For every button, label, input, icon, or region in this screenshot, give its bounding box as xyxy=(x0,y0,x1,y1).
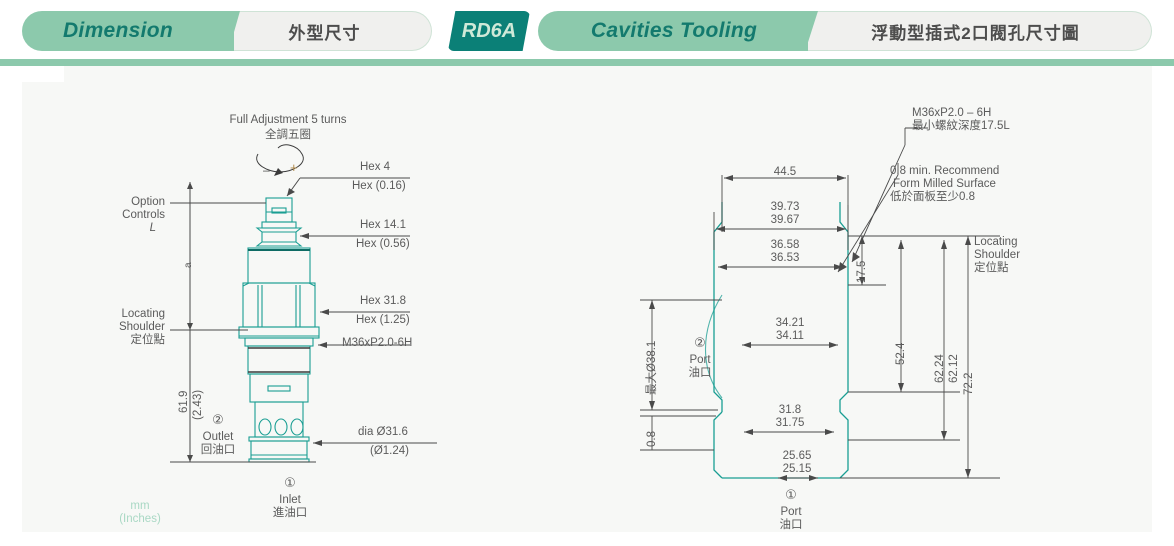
right-port2-cn: 油口 xyxy=(688,367,712,379)
dim-34-11: 34.11 xyxy=(776,330,804,342)
dim-36-53: 36.53 xyxy=(770,252,800,264)
right-port1-en: Port xyxy=(780,506,802,518)
note-thread-cn: 最小螺紋深度17.5L xyxy=(912,120,1010,132)
note-surface-cn: 低於面板至少0.8 xyxy=(890,191,975,203)
dim-44-5: 44.5 xyxy=(773,166,797,178)
dim-39-73: 39.73 xyxy=(770,201,800,213)
dim-31-8: 31.8 xyxy=(778,404,802,416)
dim-39-67: 39.67 xyxy=(770,214,800,226)
dim-52-4: 52.4 xyxy=(895,342,907,365)
right-locating-shoulder-line2: Shoulder xyxy=(974,249,1021,261)
right-port2-number: ② xyxy=(694,335,706,350)
dim-72-2: 72.2 xyxy=(963,372,975,395)
note-surface-en-line2: Form Milled Surface xyxy=(893,178,996,190)
dim-62-24: 62.24 xyxy=(934,354,946,383)
right-port1-cn: 油口 xyxy=(779,519,803,531)
dim-25-15: 25.15 xyxy=(782,463,812,475)
dim-17-5: 17.5 xyxy=(856,260,868,283)
right-locating-shoulder-line1: Locating xyxy=(974,236,1018,248)
right-port2-en: Port xyxy=(689,354,711,366)
dim-max-dia-38-1: 最大Ø38.1 xyxy=(646,340,658,395)
right-port1-number: ① xyxy=(785,487,797,502)
right-locating-shoulder-cn: 定位點 xyxy=(974,262,1009,274)
dim-31-75: 31.75 xyxy=(775,417,805,429)
note-thread-en: M36xP2.0 – 6H xyxy=(912,107,992,119)
dim-34-21: 34.21 xyxy=(775,317,805,329)
dim-62-12: 62.12 xyxy=(948,354,960,383)
note-surface-en-line1: 0.8 min. Recommend xyxy=(890,165,1000,177)
dim-25-65: 25.65 xyxy=(782,450,812,462)
dim-0-8: 0.8 xyxy=(646,431,658,447)
dim-36-58: 36.58 xyxy=(770,239,800,251)
